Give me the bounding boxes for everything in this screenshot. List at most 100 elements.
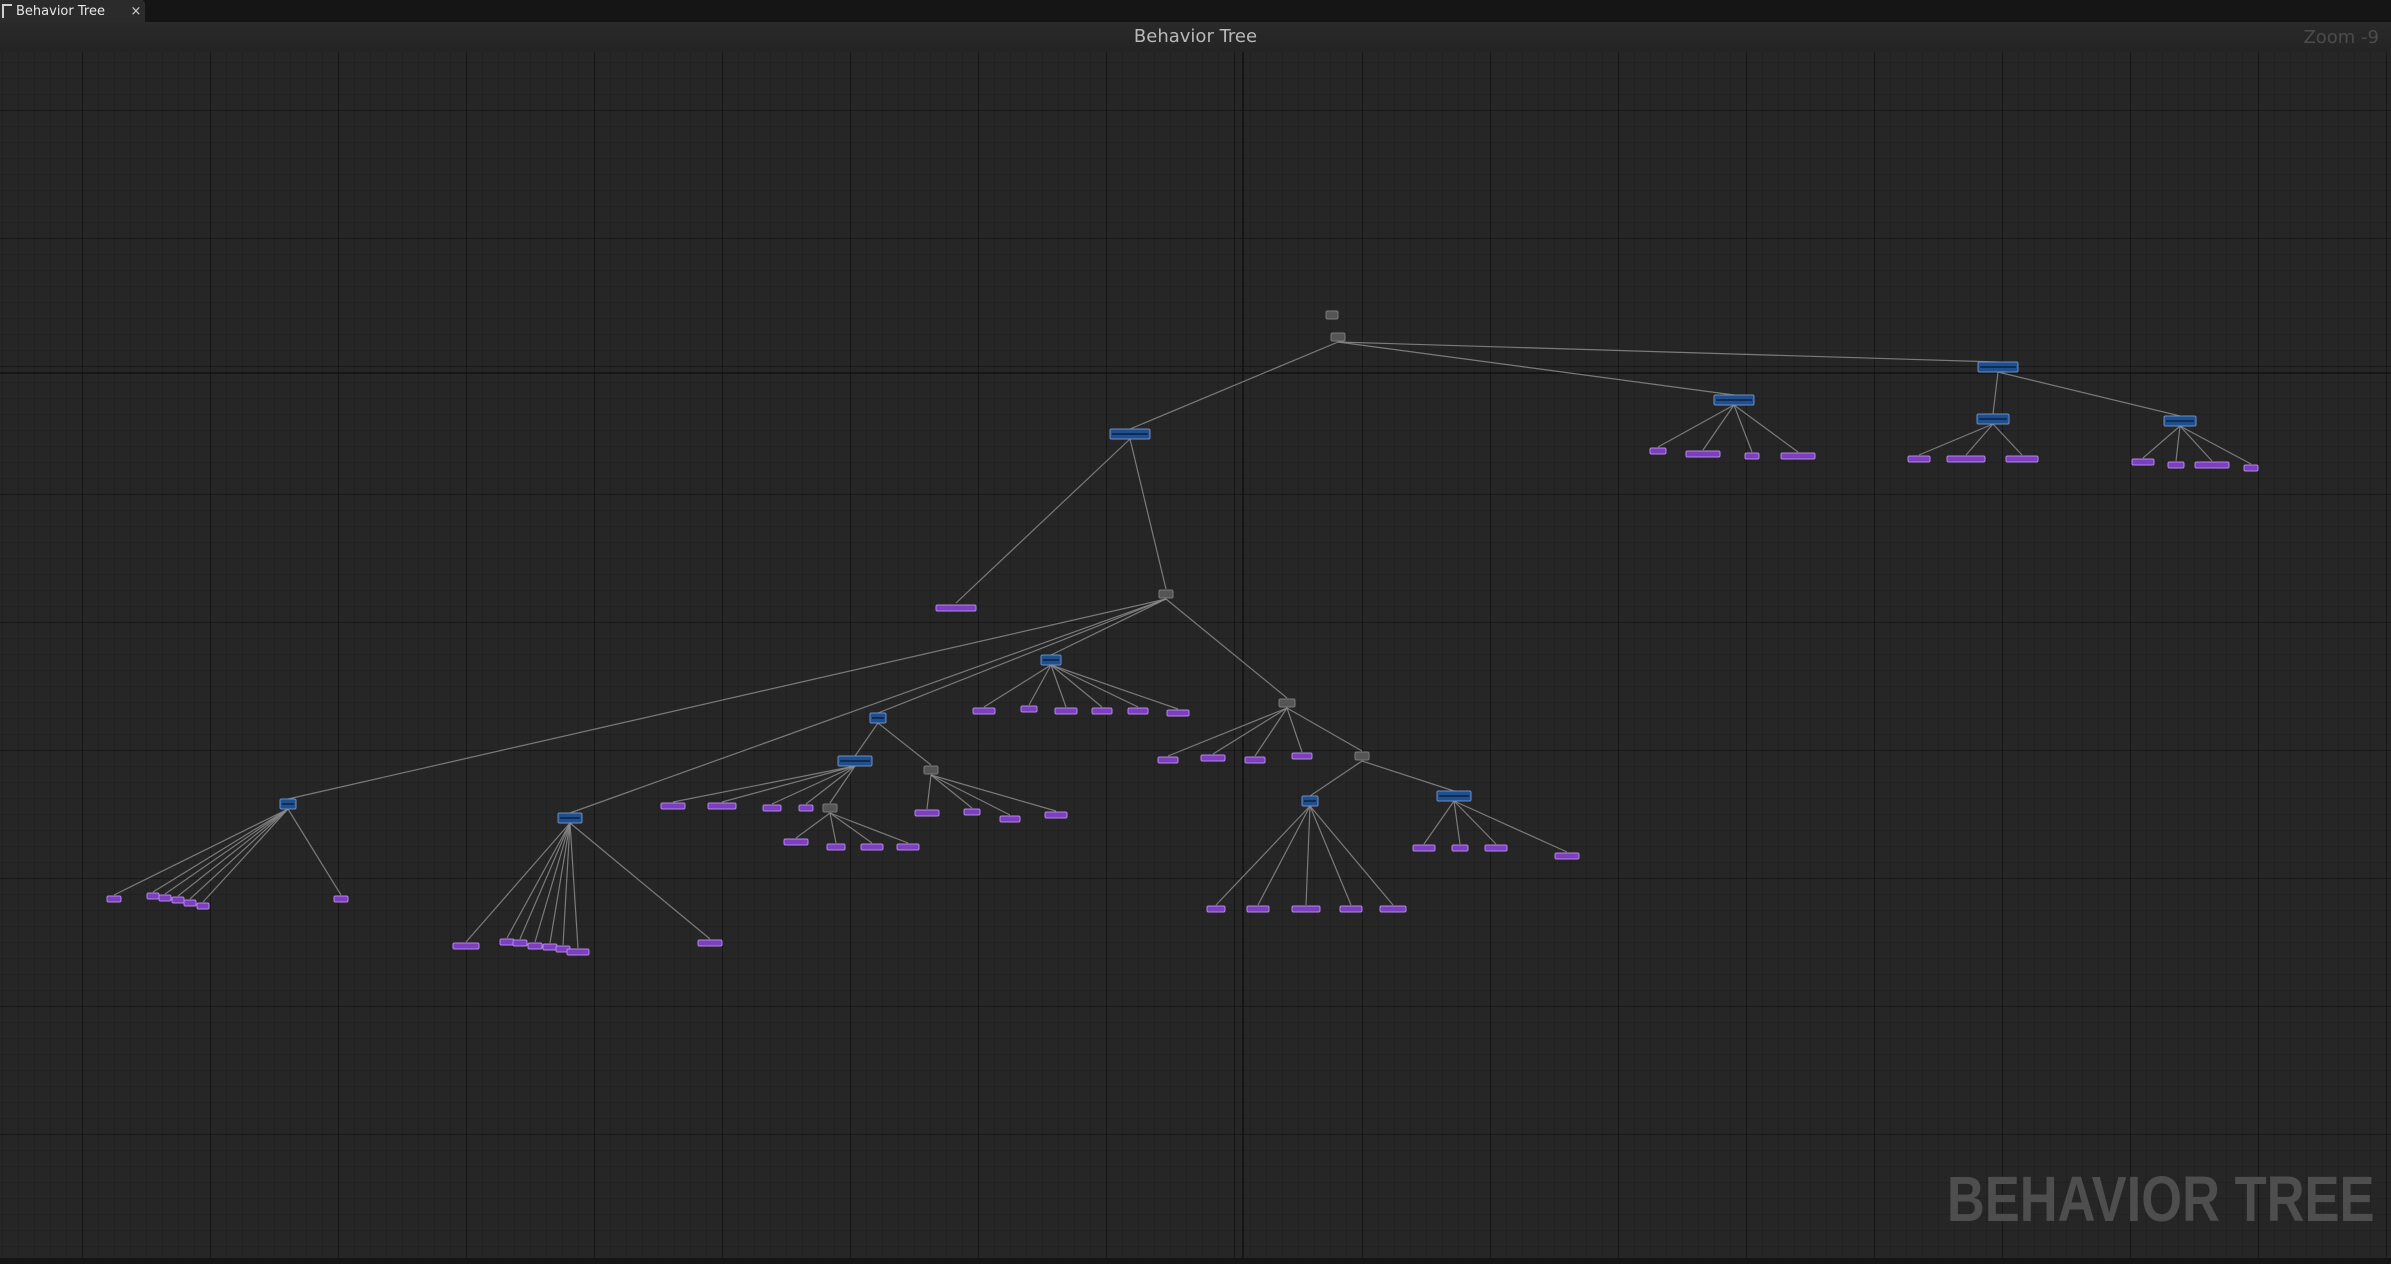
task-node[interactable] [783, 838, 809, 846]
task-node[interactable] [1291, 905, 1321, 913]
task-node-body[interactable] [999, 815, 1021, 823]
task-node-body[interactable] [1020, 705, 1038, 713]
task-node[interactable] [2194, 461, 2230, 469]
sequence-node-body[interactable] [923, 765, 939, 775]
sequence-node-body[interactable] [822, 803, 838, 813]
task-node-body[interactable] [106, 895, 122, 903]
composite-node[interactable] [1976, 413, 2010, 425]
task-node[interactable] [1907, 455, 1931, 463]
task-node[interactable] [1484, 844, 1508, 852]
task-node[interactable] [196, 902, 210, 910]
task-node-body[interactable] [1091, 707, 1113, 715]
task-node[interactable] [1091, 707, 1113, 715]
composite-node[interactable] [2163, 415, 2197, 427]
task-node-body[interactable] [860, 843, 884, 851]
task-node-body[interactable] [896, 843, 920, 851]
sequence-node[interactable] [1330, 332, 1346, 342]
task-node[interactable] [171, 896, 185, 904]
task-node-body[interactable] [499, 938, 515, 946]
task-node-body[interactable] [196, 902, 210, 910]
task-node-body[interactable] [542, 943, 558, 951]
sequence-node-body[interactable] [1158, 589, 1174, 599]
behavior-tree-graph[interactable] [0, 52, 2391, 1258]
sequence-node[interactable] [923, 765, 939, 775]
task-node-body[interactable] [963, 808, 981, 816]
task-node[interactable] [896, 843, 920, 851]
task-node-body[interactable] [1946, 455, 1986, 463]
sequence-node[interactable] [822, 803, 838, 813]
task-node-body[interactable] [158, 894, 172, 902]
composite-node[interactable] [837, 755, 873, 767]
task-node[interactable] [2131, 458, 2155, 466]
task-node[interactable] [1157, 756, 1179, 764]
task-node-body[interactable] [798, 804, 814, 812]
task-node[interactable] [1379, 905, 1407, 913]
task-node-body[interactable] [1484, 844, 1508, 852]
composite-node[interactable] [1713, 394, 1755, 406]
task-node[interactable] [158, 894, 172, 902]
task-node[interactable] [1291, 752, 1313, 760]
task-node-body[interactable] [2243, 464, 2259, 472]
task-node[interactable] [452, 942, 480, 950]
task-node[interactable] [183, 899, 197, 907]
task-node-body[interactable] [512, 939, 528, 947]
task-node-body[interactable] [1127, 707, 1149, 715]
task-node[interactable] [1946, 455, 1986, 463]
task-node[interactable] [1044, 811, 1068, 819]
task-node[interactable] [499, 938, 515, 946]
task-node-body[interactable] [527, 942, 543, 950]
task-node[interactable] [1554, 852, 1580, 860]
task-node[interactable] [963, 808, 981, 816]
task-node[interactable] [860, 843, 884, 851]
task-node[interactable] [707, 802, 737, 810]
task-node-body[interactable] [935, 604, 977, 612]
task-node[interactable] [2243, 464, 2259, 472]
composite-node[interactable] [1040, 654, 1062, 666]
task-node-body[interactable] [1451, 844, 1469, 852]
task-node[interactable] [542, 943, 558, 951]
composite-node[interactable] [557, 812, 583, 824]
task-node-body[interactable] [2131, 458, 2155, 466]
task-node-body[interactable] [1200, 754, 1226, 762]
task-node[interactable] [106, 895, 122, 903]
task-node-body[interactable] [146, 892, 160, 900]
composite-node[interactable] [279, 798, 297, 810]
task-node[interactable] [660, 802, 686, 810]
task-node-body[interactable] [707, 802, 737, 810]
task-node-body[interactable] [1291, 905, 1321, 913]
task-node[interactable] [1649, 447, 1667, 455]
task-node[interactable] [826, 843, 846, 851]
task-node[interactable] [527, 942, 543, 950]
sequence-node[interactable] [1278, 698, 1296, 708]
task-node[interactable] [1412, 844, 1436, 852]
sequence-node[interactable] [1354, 751, 1370, 761]
graph-canvas[interactable]: BEHAVIOR TREE [0, 52, 2391, 1258]
task-node-body[interactable] [1206, 905, 1226, 913]
task-node-body[interactable] [2167, 461, 2185, 469]
task-node-body[interactable] [2005, 455, 2039, 463]
task-node[interactable] [512, 939, 528, 947]
task-node-body[interactable] [1780, 452, 1816, 460]
task-node[interactable] [798, 804, 814, 812]
task-node-body[interactable] [1554, 852, 1580, 860]
task-node-body[interactable] [660, 802, 686, 810]
close-icon[interactable]: × [127, 4, 145, 19]
task-node-body[interactable] [1166, 709, 1190, 717]
task-node[interactable] [566, 948, 590, 956]
task-node[interactable] [2167, 461, 2185, 469]
task-node-body[interactable] [1157, 756, 1179, 764]
task-node-body[interactable] [1054, 707, 1078, 715]
task-node[interactable] [1020, 705, 1038, 713]
task-node[interactable] [697, 939, 723, 947]
sequence-node-body[interactable] [1330, 332, 1346, 342]
task-node-body[interactable] [762, 804, 782, 812]
task-node-body[interactable] [914, 809, 940, 817]
composite-node[interactable] [1109, 428, 1151, 440]
root-node-body[interactable] [1325, 310, 1339, 320]
task-node-body[interactable] [1649, 447, 1667, 455]
root-node[interactable] [1325, 310, 1339, 320]
task-node[interactable] [1744, 452, 1760, 460]
task-node[interactable] [1451, 844, 1469, 852]
task-node-body[interactable] [697, 939, 723, 947]
task-node-body[interactable] [1744, 452, 1760, 460]
